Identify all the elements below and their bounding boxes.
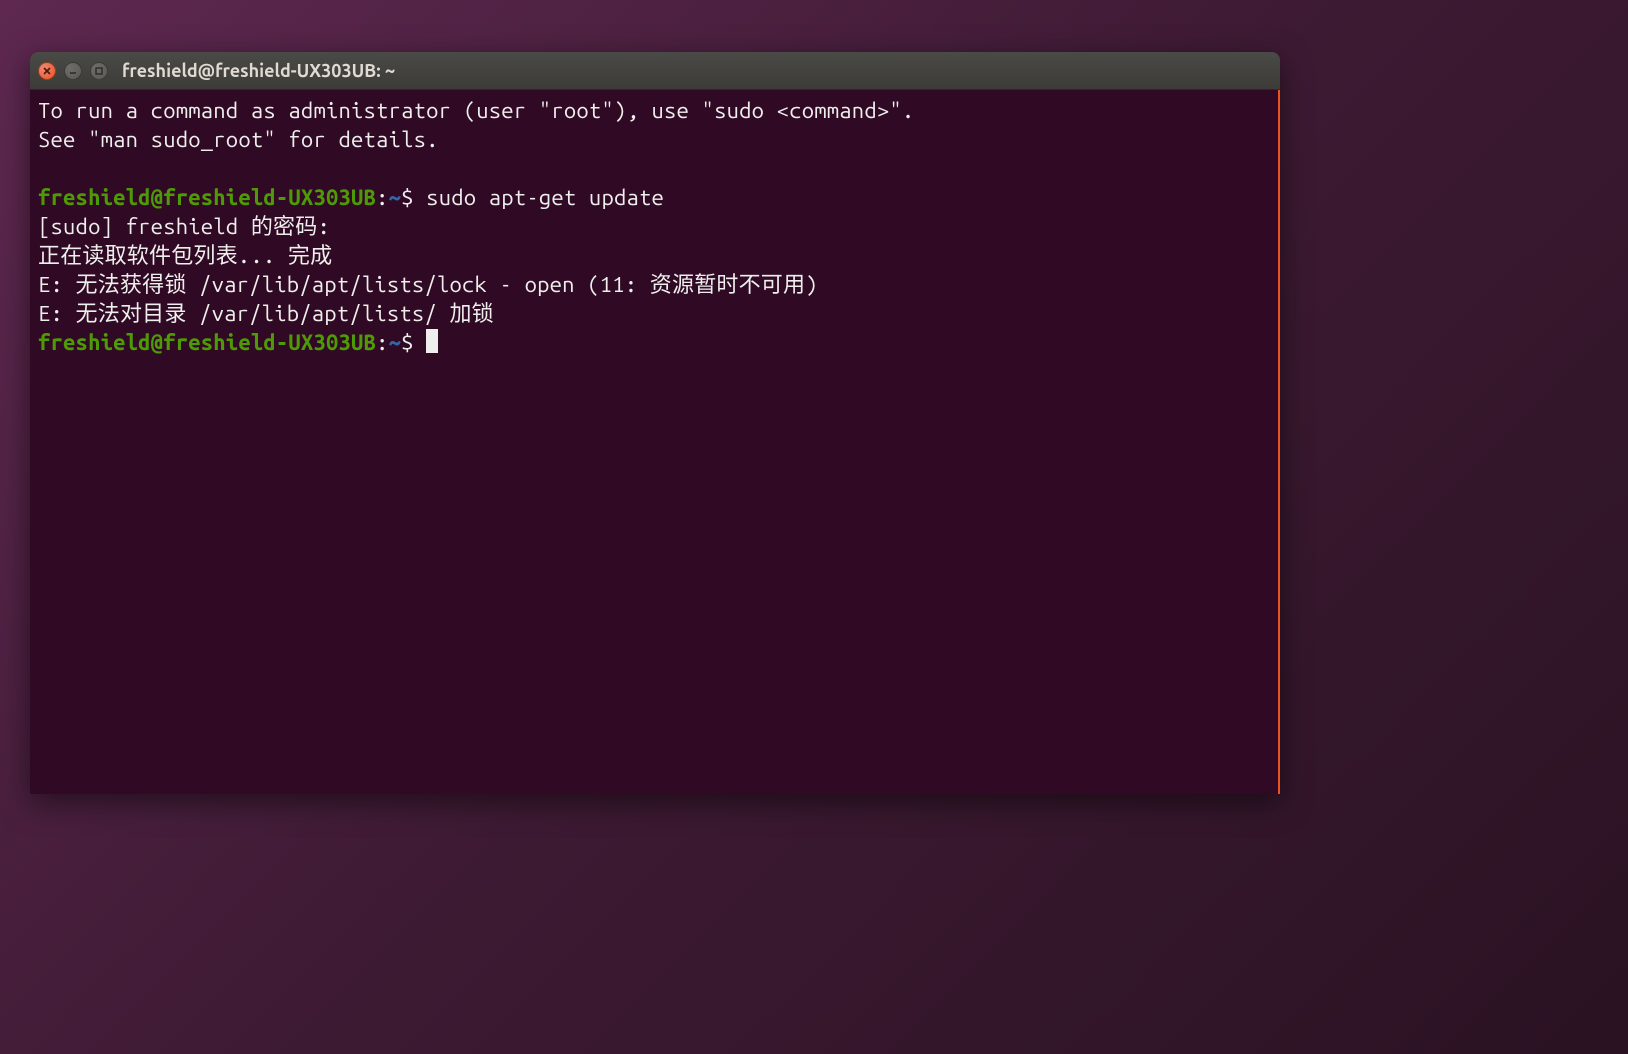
terminal-window: freshield@freshield-UX303UB: ~ To run a … xyxy=(30,52,1280,794)
close-button[interactable] xyxy=(38,62,56,80)
maximize-icon xyxy=(94,66,104,76)
cursor-block xyxy=(426,329,438,353)
output-reading-packages: 正在读取软件包列表... 完成 xyxy=(38,243,332,268)
prompt-colon: : xyxy=(376,185,389,210)
window-titlebar[interactable]: freshield@freshield-UX303UB: ~ xyxy=(30,52,1280,90)
intro-text-line1: To run a command as administrator (user … xyxy=(38,98,914,123)
prompt-user-host: freshield@freshield-UX303UB xyxy=(38,185,376,210)
minimize-icon xyxy=(68,66,78,76)
prompt2-user-host: freshield@freshield-UX303UB xyxy=(38,330,376,355)
prompt-path: ~ xyxy=(389,185,402,210)
maximize-button[interactable] xyxy=(90,62,108,80)
intro-text-line2: See "man sudo_root" for details. xyxy=(38,127,439,152)
command-text: sudo apt-get update xyxy=(426,185,664,210)
output-sudo-password: [sudo] freshield 的密码: xyxy=(38,214,330,239)
terminal-content[interactable]: To run a command as administrator (user … xyxy=(30,90,1280,794)
minimize-button[interactable] xyxy=(64,62,82,80)
prompt2-dollar: $ xyxy=(401,330,414,355)
window-controls xyxy=(38,62,108,80)
prompt-dollar: $ xyxy=(401,185,414,210)
prompt2-path: ~ xyxy=(389,330,402,355)
window-title: freshield@freshield-UX303UB: ~ xyxy=(122,61,395,81)
close-icon xyxy=(42,66,52,76)
output-error-lock: E: 无法获得锁 /var/lib/apt/lists/lock - open … xyxy=(38,272,818,297)
prompt2-colon: : xyxy=(376,330,389,355)
output-error-dir-lock: E: 无法对目录 /var/lib/apt/lists/ 加锁 xyxy=(38,301,494,326)
